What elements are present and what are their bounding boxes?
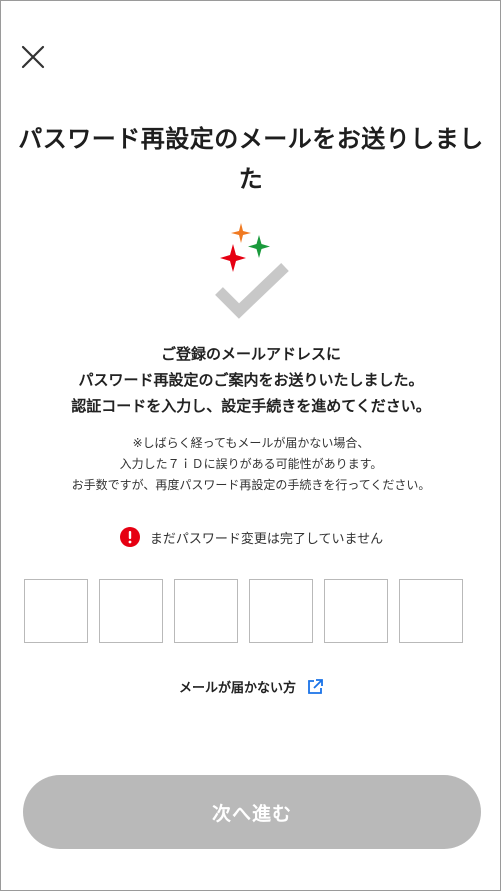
code-input-6[interactable] — [399, 579, 463, 643]
page-title-line-1: パスワード再設定のメールをお送りしまし — [18, 125, 484, 153]
next-button[interactable]: 次へ進む — [23, 775, 481, 849]
lead-message: ご登録のメールアドレスに パスワード再設定のご案内をお送りいたしました。 認証コ… — [21, 341, 481, 419]
code-input-2[interactable] — [99, 579, 163, 643]
close-icon — [21, 45, 45, 69]
lead-line-1: ご登録のメールアドレスに — [160, 345, 341, 363]
no-mail-link-label: メールが届かない方 — [178, 681, 296, 696]
code-input-5[interactable] — [324, 579, 388, 643]
no-mail-link[interactable]: メールが届かない方 — [1, 677, 501, 696]
external-link-icon — [308, 678, 323, 694]
warning-message: まだパスワード変更は完了していません — [1, 527, 501, 547]
note-message: ※しばらく経ってもメールが届かない場合、 入力した７ｉＤに誤りがある可能性があり… — [21, 433, 481, 496]
code-input-4[interactable] — [249, 579, 313, 643]
note-line-3: お手数ですが、再度パスワード再設定の手続きを行ってください。 — [71, 478, 431, 492]
code-input-1[interactable] — [24, 579, 88, 643]
verification-code-inputs — [24, 579, 463, 643]
page-title: パスワード再設定のメールをお送りしまし た — [15, 119, 487, 199]
note-line-1: ※しばらく経ってもメールが届かない場合、 — [132, 436, 370, 450]
close-button[interactable] — [17, 41, 49, 73]
page-title-line-2: た — [238, 165, 264, 193]
sparkle-check-icon — [209, 219, 299, 321]
note-line-2: 入力した７ｉＤに誤りがある可能性があります。 — [119, 457, 383, 471]
code-input-3[interactable] — [174, 579, 238, 643]
alert-icon — [119, 527, 140, 547]
warning-text: まだパスワード変更は完了していません — [149, 531, 384, 547]
lead-line-2: パスワード再設定のご案内をお送りいたしました。 — [78, 371, 424, 389]
lead-line-3: 認証コードを入力し、設定手続きを進めてください。 — [71, 397, 431, 415]
next-button-label: 次へ進む — [211, 802, 292, 825]
app-screen: パスワード再設定のメールをお送りしまし た ご登録のメールアドレスに パスワード… — [0, 0, 501, 891]
